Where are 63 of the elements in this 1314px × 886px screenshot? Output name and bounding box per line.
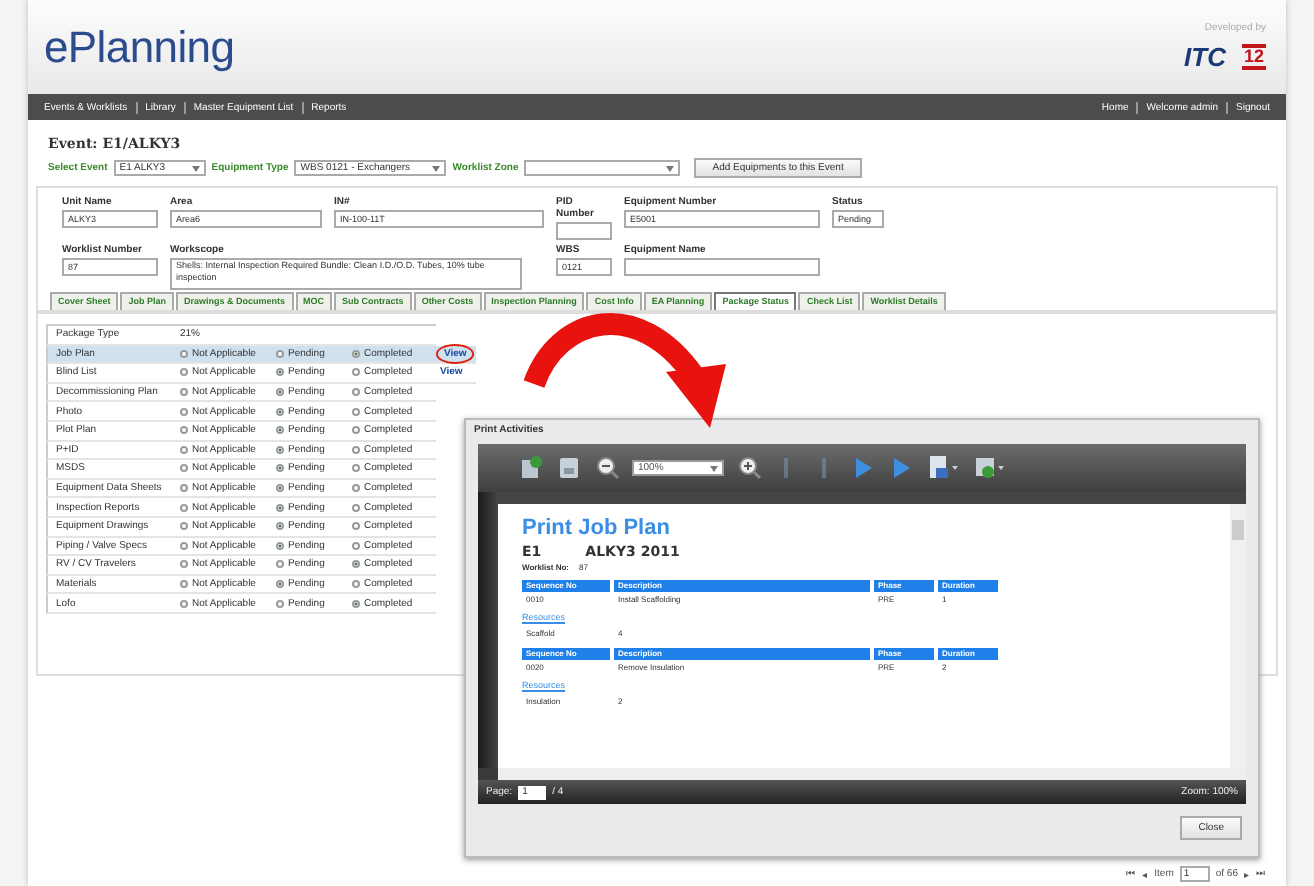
radio-button[interactable]	[180, 580, 188, 589]
radio-button[interactable]	[180, 388, 188, 397]
app-logo: ePlanning	[44, 21, 235, 73]
radio-button[interactable]	[180, 368, 188, 377]
radio-button[interactable]	[276, 560, 284, 569]
export-icon[interactable]	[518, 454, 544, 482]
radio-button[interactable]	[352, 484, 360, 493]
radio-button[interactable]	[180, 445, 188, 454]
last-page-icon[interactable]	[888, 454, 914, 482]
next-page-icon[interactable]	[850, 454, 876, 482]
horizontal-scrollbar[interactable]	[498, 768, 1246, 780]
radio-button[interactable]	[276, 484, 284, 493]
radio-button[interactable]	[352, 445, 360, 454]
text-field[interactable]	[556, 222, 612, 240]
radio-button[interactable]	[352, 503, 360, 512]
radio-button[interactable]	[276, 580, 284, 589]
radio-button[interactable]	[352, 541, 360, 550]
radio-button[interactable]	[352, 349, 360, 358]
print-icon[interactable]	[556, 454, 582, 482]
dropdown-field[interactable]	[524, 160, 681, 176]
radio-button[interactable]	[276, 368, 284, 377]
radio-button[interactable]	[180, 522, 188, 531]
radio-button[interactable]	[180, 349, 188, 358]
caret-icon	[666, 165, 675, 171]
zoom-out-icon[interactable]	[594, 454, 620, 482]
radio-button[interactable]	[276, 445, 284, 454]
radio-button[interactable]	[352, 407, 360, 416]
radio-button[interactable]	[180, 407, 188, 416]
radio-button[interactable]	[180, 426, 188, 435]
radio-button[interactable]	[180, 464, 188, 473]
radio-button[interactable]	[180, 541, 188, 550]
radio-button[interactable]	[276, 599, 284, 608]
radio-button[interactable]	[276, 349, 284, 358]
radio-button[interactable]	[352, 599, 360, 608]
caret-icon	[191, 165, 200, 171]
caret-icon	[710, 465, 718, 471]
radio-button[interactable]	[276, 541, 284, 550]
partner-logo: ITC	[1184, 42, 1226, 72]
radio-button[interactable]	[180, 484, 188, 493]
radio-button[interactable]	[180, 503, 188, 512]
radio-button[interactable]	[352, 464, 360, 473]
radio-button[interactable]	[352, 388, 360, 397]
document-icon[interactable]	[926, 454, 960, 482]
radio-button[interactable]	[352, 522, 360, 531]
export-menu-icon[interactable]	[972, 454, 1006, 482]
report-title: Print Job Plan	[522, 516, 672, 540]
radio-button[interactable]	[180, 560, 188, 569]
radio-button[interactable]	[276, 407, 284, 416]
radio-button[interactable]	[352, 368, 360, 377]
brand-logo: 12	[1241, 44, 1266, 70]
radio-button[interactable]	[276, 426, 284, 435]
vertical-scrollbar[interactable]	[1230, 504, 1246, 768]
radio-button[interactable]	[352, 560, 360, 569]
caret-icon	[432, 165, 441, 171]
radio-button[interactable]	[352, 580, 360, 589]
radio-button[interactable]	[276, 388, 284, 397]
radio-button[interactable]	[276, 464, 284, 473]
radio-button[interactable]	[276, 503, 284, 512]
text-field[interactable]	[624, 258, 820, 276]
radio-button[interactable]	[276, 522, 284, 531]
zoom-in-icon[interactable]	[736, 454, 762, 482]
radio-button[interactable]	[352, 426, 360, 435]
radio-button[interactable]	[180, 599, 188, 608]
